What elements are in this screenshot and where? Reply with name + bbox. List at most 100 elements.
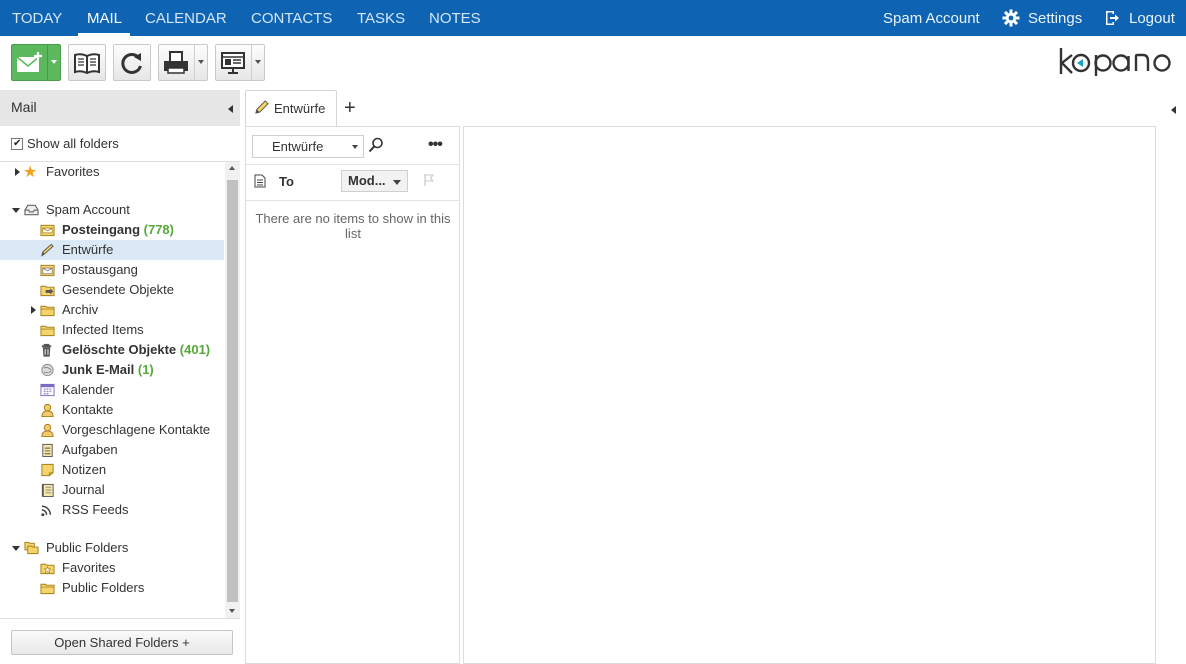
folder-icon <box>40 583 55 595</box>
kopano-logo <box>1059 48 1171 76</box>
tab-entwurfe[interactable]: Entwürfe <box>245 90 337 127</box>
tree-item-vorgeschlagene-kontakte[interactable]: Vorgeschlagene Kontakte <box>0 420 224 440</box>
tree-item-aufgaben[interactable]: Aufgaben <box>0 440 224 460</box>
logout-icon <box>1106 11 1119 25</box>
pencil-icon <box>255 100 269 114</box>
tree-item-kalender[interactable]: Kalender <box>0 380 224 400</box>
folder-tree-scrollbar[interactable] <box>225 162 240 618</box>
tree-item-label: Notizen <box>62 462 107 477</box>
collapse-left-panel-button[interactable] <box>228 105 233 113</box>
layout-icon <box>221 52 245 74</box>
scroll-up-arrow-icon[interactable] <box>229 166 235 170</box>
sent-folder-icon <box>40 285 55 297</box>
rss-icon <box>41 505 52 517</box>
folder-icon <box>40 305 55 317</box>
scrollbar-thumb[interactable] <box>227 180 238 602</box>
folder-icon <box>40 325 55 337</box>
tree-item-public-favorites[interactable]: Favorites <box>0 558 224 578</box>
sort-by-dropdown[interactable]: Mod... <box>341 170 408 192</box>
chevron-down-icon[interactable] <box>348 136 362 157</box>
account-name[interactable]: Spam Account <box>883 0 980 36</box>
logout-label: Logout <box>1129 10 1175 27</box>
tree-item-kontakte[interactable]: Kontakte <box>0 400 224 420</box>
add-tab-button[interactable]: + <box>344 97 356 119</box>
scroll-down-arrow-icon[interactable] <box>229 609 235 613</box>
folder-panel-header: Mail <box>0 90 240 126</box>
content-tab-bar: Entwürfe + <box>240 90 1186 127</box>
search-icon[interactable] <box>368 137 384 153</box>
new-mail-icon <box>16 52 42 72</box>
tree-item-gesendete-objekte[interactable]: Gesendete Objekte <box>0 280 224 300</box>
print-button[interactable] <box>158 44 208 81</box>
tree-item-label: Favorites <box>46 164 100 179</box>
tree-item-label: Favorites <box>62 560 116 575</box>
tree-item-favorites[interactable]: ★ Favorites <box>0 162 224 182</box>
tab-today[interactable]: TODAY <box>12 0 62 36</box>
folder-panel-title: Mail <box>11 99 37 115</box>
column-header-to[interactable]: To <box>279 174 294 189</box>
tab-tasks[interactable]: TASKS <box>357 0 405 36</box>
tab-mail[interactable]: MAIL <box>87 0 122 36</box>
tree-item-postausgang[interactable]: Postausgang <box>0 260 224 280</box>
tree-item-account[interactable]: Spam Account <box>0 200 224 220</box>
toolbar <box>0 36 1186 90</box>
print-dropdown[interactable] <box>194 45 207 80</box>
unread-count: (778) <box>143 222 174 237</box>
expand-arrow-icon[interactable] <box>15 168 20 176</box>
inbox-icon <box>40 224 55 237</box>
tree-item-infected-items[interactable]: Infected Items <box>0 320 224 340</box>
layout-button[interactable] <box>215 44 265 81</box>
collapse-right-panel-button[interactable] <box>1171 106 1176 114</box>
public-folder-icon <box>24 541 39 555</box>
tree-item-rss-feeds[interactable]: RSS Feeds <box>0 500 224 520</box>
refresh-button[interactable] <box>113 44 151 81</box>
folder-panel: Mail Show all folders ★ Favorites Spam A… <box>0 90 240 664</box>
tree-item-label: Kontakte <box>62 402 114 417</box>
unread-count: (1) <box>137 362 154 377</box>
checkbox-icon <box>11 136 23 152</box>
tree-item-label: Public Folders <box>62 580 145 595</box>
tree-item-posteingang[interactable]: Posteingang (778) <box>0 220 224 240</box>
open-shared-folders-button[interactable]: Open Shared Folders + <box>11 630 233 655</box>
tab-label: Entwürfe <box>274 101 326 116</box>
show-all-folders-label: Show all folders <box>27 136 119 151</box>
gear-icon <box>1002 9 1020 27</box>
trash-icon <box>41 343 52 357</box>
tab-contacts[interactable]: CONTACTS <box>251 0 332 36</box>
tree-item-public-folders-child[interactable]: Public Folders <box>0 578 224 598</box>
tree-item-archiv[interactable]: Archiv <box>0 300 224 320</box>
item-type-column-icon[interactable] <box>254 174 266 188</box>
folder-tree: ★ Favorites Spam Account Posteingang (77… <box>0 162 224 618</box>
expand-arrow-icon[interactable] <box>31 306 36 314</box>
flag-column-icon[interactable] <box>423 173 435 187</box>
show-all-folders-checkbox[interactable]: Show all folders <box>11 136 119 152</box>
tree-item-label: Posteingang <box>62 222 141 237</box>
divider <box>0 618 240 619</box>
more-options-icon[interactable]: ••• <box>428 136 443 154</box>
tree-item-notizen[interactable]: Notizen <box>0 460 224 480</box>
star-folder-icon <box>40 563 55 575</box>
tree-item-label: Spam Account <box>46 202 130 217</box>
tree-item-label: Public Folders <box>46 540 129 555</box>
tree-item-geloschte-objekte[interactable]: Gelöschte Objekte (401) <box>0 340 224 360</box>
mailbox-icon <box>24 204 39 216</box>
collapse-arrow-icon[interactable] <box>12 208 20 213</box>
tree-item-journal[interactable]: Journal <box>0 480 224 500</box>
folder-search-select[interactable]: Entwürfe <box>252 135 364 158</box>
tree-item-entwurfe[interactable]: Entwürfe <box>0 240 224 260</box>
new-mail-dropdown[interactable] <box>47 45 60 80</box>
address-book-button[interactable] <box>68 44 106 81</box>
tree-item-public-folders[interactable]: Public Folders <box>0 538 224 558</box>
star-icon: ★ <box>23 162 38 181</box>
layout-dropdown[interactable] <box>251 45 264 80</box>
notes-icon <box>41 463 54 477</box>
tab-calendar[interactable]: CALENDAR <box>145 0 227 36</box>
outbox-icon <box>40 264 55 277</box>
logout-link[interactable]: Logout <box>1104 0 1184 36</box>
collapse-arrow-icon[interactable] <box>12 546 20 551</box>
new-mail-button[interactable] <box>11 44 61 81</box>
tree-item-junk-email[interactable]: Junk E-Mail (1) <box>0 360 224 380</box>
settings-link[interactable]: Settings <box>1002 0 1082 36</box>
tree-item-label: Journal <box>62 482 105 497</box>
tab-notes[interactable]: NOTES <box>429 0 481 36</box>
